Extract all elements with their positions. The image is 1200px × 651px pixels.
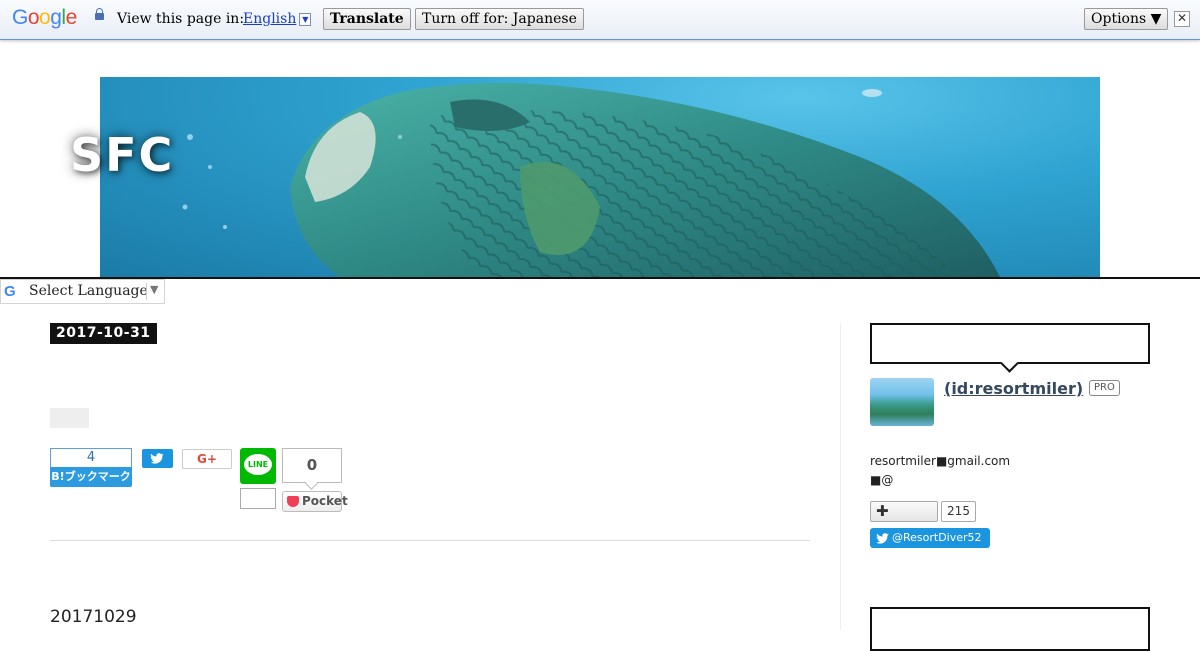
line-share-button[interactable]: LINE <box>240 448 276 484</box>
header-banner-image <box>100 77 1100 277</box>
twitter-share-button[interactable] <box>142 449 173 468</box>
profile-at-line: ■@ <box>870 473 894 487</box>
site-title[interactable]: SFC <box>70 128 174 182</box>
pocket-count: 0 <box>282 448 342 483</box>
category-placeholder <box>50 408 89 428</box>
language-select[interactable]: English ▼ <box>243 11 312 27</box>
language-link[interactable]: English <box>243 11 296 27</box>
hatena-bookmark-button[interactable]: 4 B!ブックマーク <box>50 448 132 487</box>
follow-button[interactable]: ✚ <box>870 501 938 522</box>
follower-count[interactable]: 215 <box>941 501 976 522</box>
turn-off-button[interactable]: Turn off for: Japanese <box>415 8 584 30</box>
plus-icon: ✚ <box>876 502 889 520</box>
pocket-label: Pocket <box>302 494 348 508</box>
sidebar-section-heading <box>870 607 1150 651</box>
line-icon: LINE <box>244 454 272 475</box>
hatena-label[interactable]: B!ブックマーク <box>50 467 132 487</box>
twitter-icon <box>150 453 164 464</box>
content-divider <box>50 540 810 541</box>
napoleon-fish-photo <box>182 83 1000 277</box>
user-id-link[interactable]: (id:resortmiler) <box>944 379 1083 398</box>
lock-icon <box>95 8 104 20</box>
pocket-icon <box>287 496 299 507</box>
header-divider <box>0 277 1200 279</box>
select-language-label[interactable]: Select Language <box>29 283 148 299</box>
column-divider <box>840 323 841 630</box>
profile-email: resortmiler■gmail.com <box>870 454 1011 468</box>
entry-date[interactable]: 2017-10-31 <box>50 323 157 344</box>
close-icon[interactable]: ✕ <box>1174 11 1190 27</box>
google-g-icon: G <box>4 283 16 300</box>
pocket-button[interactable]: Pocket <box>282 491 348 512</box>
google-translate-bar: Google View this page in: English ▼ Trans… <box>0 0 1200 40</box>
google-plus-button[interactable]: G+ <box>182 449 232 469</box>
view-page-label: View this page in: <box>117 11 245 27</box>
avatar[interactable] <box>870 378 934 426</box>
separator <box>146 283 147 300</box>
dropdown-arrow-icon[interactable]: ▼ <box>299 13 312 26</box>
line-count <box>240 488 276 509</box>
translate-button[interactable]: Translate <box>323 8 411 30</box>
pro-badge[interactable]: PRO <box>1089 380 1120 396</box>
twitter-handle: @ResortDiver52 <box>892 531 982 544</box>
google-logo: Google <box>12 6 77 29</box>
select-language-widget[interactable]: G Select Language ▼ <box>0 279 165 304</box>
options-button[interactable]: Options ▼ <box>1084 8 1169 30</box>
entry-heading: 20171029 <box>50 607 137 627</box>
hatena-count[interactable]: 4 <box>50 448 132 467</box>
twitter-icon <box>876 528 890 555</box>
twitter-follow-button[interactable]: @ResortDiver52 <box>870 528 990 548</box>
sidebar-profile-heading <box>870 323 1150 364</box>
chevron-down-icon[interactable]: ▼ <box>150 283 158 296</box>
